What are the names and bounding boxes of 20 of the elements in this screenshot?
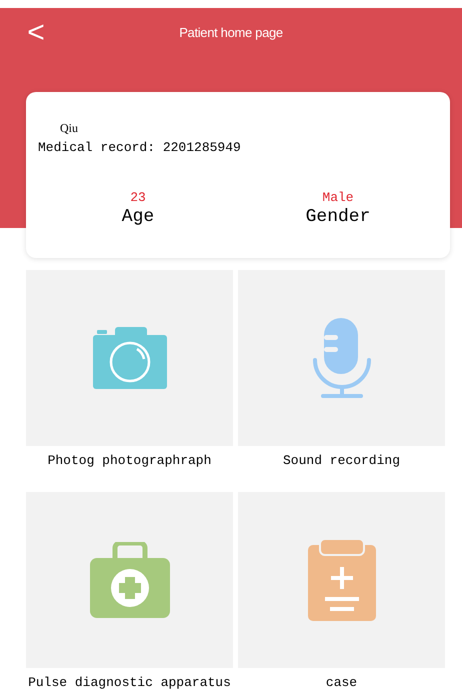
feature-tile[interactable] [26, 492, 233, 668]
medical-kit-icon [90, 542, 170, 618]
camera-icon [92, 327, 166, 389]
patient-name: Qiu [60, 122, 79, 134]
tile-label: case [324, 674, 358, 692]
tile-label: Photog photographraph [46, 452, 212, 470]
stat-label: Age [122, 206, 154, 228]
page-title: Patient home page [179, 24, 283, 42]
stat-label: Gender [306, 206, 370, 228]
stat-value: Male [322, 190, 354, 206]
tile-label: Sound recording [282, 452, 402, 470]
stat-value: 23 [130, 190, 146, 206]
tile-label: Pulse diagnostic apparatus [27, 674, 232, 692]
back-button[interactable]: < [26, 18, 46, 48]
feature-tile[interactable] [238, 270, 445, 446]
clipboard-icon [308, 539, 376, 621]
microphone-icon [312, 318, 372, 398]
feature-tile[interactable] [26, 270, 233, 446]
medical-record: Medical record: 2201285949 [38, 139, 242, 157]
feature-tile[interactable] [238, 492, 445, 668]
